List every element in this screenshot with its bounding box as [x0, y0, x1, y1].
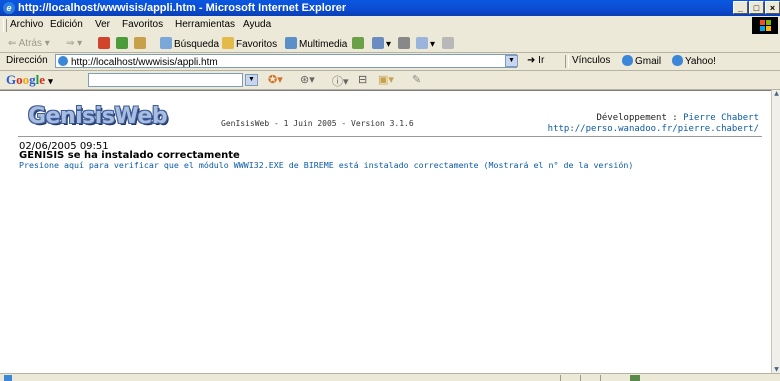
- mail-button[interactable]: ▾: [372, 37, 391, 50]
- site-search-icon[interactable]: ⊛▾: [300, 73, 315, 86]
- discuss-button[interactable]: [442, 37, 456, 50]
- highlighter-icon[interactable]: ✎: [412, 73, 421, 86]
- status-page-icon: [4, 375, 12, 381]
- menu-bar: Archivo Edición Ver Favoritos Herramient…: [0, 16, 780, 36]
- mail-icon: [372, 37, 384, 49]
- menu-archivo[interactable]: Archivo: [10, 19, 43, 30]
- address-url: http://localhost/wwwisis/appli.htm: [71, 57, 218, 68]
- search-icon: [160, 37, 172, 49]
- edit-button[interactable]: ▾: [416, 37, 435, 50]
- menu-ayuda[interactable]: Ayuda: [243, 19, 271, 30]
- links-label[interactable]: Vínculos: [572, 55, 610, 66]
- link-gmail[interactable]: Gmail: [622, 55, 661, 67]
- scroll-down-icon[interactable]: ▼: [773, 366, 780, 373]
- forward-arrow-icon: ⇒: [66, 38, 75, 49]
- favorites-button[interactable]: Favoritos: [222, 37, 277, 50]
- options-icon[interactable]: ▣▾: [378, 73, 394, 86]
- standard-toolbar: ⇐ Atrás ▾ ⇒ ▾ Búsqueda Favoritos Multime…: [0, 35, 780, 53]
- address-label: Dirección: [6, 55, 48, 66]
- history-icon: [352, 37, 364, 49]
- pagerank-icon[interactable]: ⓘ▾: [332, 73, 349, 89]
- multimedia-button[interactable]: Multimedia: [285, 37, 347, 50]
- refresh-button[interactable]: [116, 37, 130, 50]
- print-button[interactable]: [398, 37, 412, 50]
- internet-explorer-icon: e: [3, 2, 15, 14]
- favorites-icon: [222, 37, 234, 49]
- menu-ver[interactable]: Ver: [95, 19, 110, 30]
- go-arrow-icon: ➜: [527, 55, 536, 66]
- genisisweb-logo: GenisisWeb: [28, 104, 168, 129]
- home-button[interactable]: [134, 37, 148, 50]
- edit-icon: [416, 37, 428, 49]
- forward-button[interactable]: ⇒ ▾: [66, 37, 82, 50]
- security-zone-icon: [630, 375, 640, 381]
- address-dropdown-button[interactable]: ▼: [505, 55, 518, 67]
- history-button[interactable]: [352, 37, 366, 50]
- windows-logo-icon: [752, 17, 778, 34]
- home-icon: [134, 37, 146, 49]
- verify-module-link[interactable]: Presione aquí para verificar que el módu…: [19, 160, 633, 170]
- version-text: GenIsisWeb - 1 Juin 2005 - Version 3.1.6: [221, 119, 414, 128]
- status-separator: [580, 375, 581, 381]
- back-arrow-icon: ⇐: [8, 38, 17, 49]
- title-bar: e http://localhost/wwwisis/appli.htm - M…: [0, 0, 780, 16]
- back-button[interactable]: ⇐ Atrás ▾: [8, 37, 50, 50]
- print-icon: [398, 37, 410, 49]
- google-search-input[interactable]: [88, 73, 243, 87]
- chevron-down-icon: ▾: [48, 76, 53, 86]
- multimedia-icon: [285, 37, 297, 49]
- developer-url-link[interactable]: http://perso.wanadoo.fr/pierre.chabert/: [548, 124, 759, 134]
- vertical-scrollbar[interactable]: ▲ ▼: [771, 90, 780, 373]
- go-button[interactable]: ➜ Ir: [527, 55, 544, 66]
- scroll-up-icon[interactable]: ▲: [773, 90, 780, 97]
- developer-name-link[interactable]: Pierre Chabert: [683, 113, 759, 123]
- refresh-icon: [116, 37, 128, 49]
- status-separator: [600, 375, 601, 381]
- minimize-button[interactable]: _: [733, 1, 748, 14]
- developer-credit: Développement : Pierre Chabert http://pe…: [548, 113, 759, 135]
- address-bar: Dirección http://localhost/wwwisis/appli…: [0, 53, 780, 71]
- menu-herramientas[interactable]: Herramientas: [175, 19, 235, 30]
- search-button[interactable]: Búsqueda: [160, 37, 219, 50]
- yahoo-link-icon: [672, 55, 683, 66]
- maximize-button[interactable]: □: [749, 1, 764, 14]
- google-search-icon[interactable]: ✪▾: [268, 73, 283, 86]
- link-yahoo[interactable]: Yahoo!: [672, 55, 716, 67]
- page-content: GenisisWeb GenIsisWeb - 1 Juin 2005 - Ve…: [0, 90, 771, 374]
- stop-icon: [98, 37, 110, 49]
- menu-edicion[interactable]: Edición: [50, 19, 83, 30]
- links-separator: [565, 55, 569, 68]
- address-input[interactable]: http://localhost/wwwisis/appli.htm: [55, 54, 517, 68]
- popup-blocker-icon[interactable]: ⊟: [358, 73, 367, 86]
- page-icon: [58, 56, 68, 66]
- divider: [18, 136, 762, 137]
- google-dropdown-button[interactable]: ▼: [245, 74, 258, 86]
- menu-favoritos[interactable]: Favoritos: [122, 19, 163, 30]
- stop-button[interactable]: [98, 37, 112, 50]
- discuss-icon: [442, 37, 454, 49]
- status-separator: [560, 375, 561, 381]
- gmail-link-icon: [622, 55, 633, 66]
- developer-label: Développement :: [596, 113, 678, 123]
- window-title: http://localhost/wwwisis/appli.htm - Mic…: [18, 2, 347, 14]
- close-button[interactable]: ×: [765, 1, 780, 14]
- toolbar-grip[interactable]: [3, 19, 7, 32]
- google-toolbar: Google ▾ ▼ ✪▾ ⊛▾ ⓘ▾ ⊟ ▣▾ ✎: [0, 71, 780, 90]
- google-logo[interactable]: Google ▾: [6, 72, 53, 88]
